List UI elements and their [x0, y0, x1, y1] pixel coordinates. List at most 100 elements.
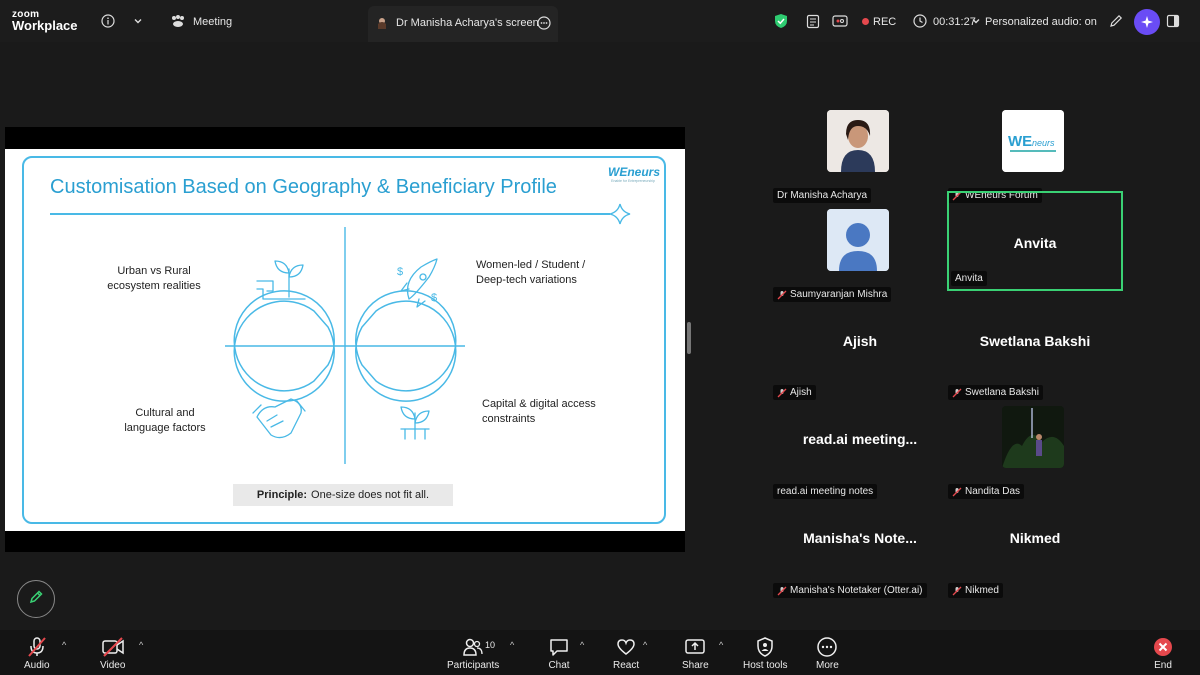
react-button[interactable]: React	[613, 636, 639, 671]
ai-companion-icon[interactable]	[1134, 9, 1160, 35]
quad-label-top-left: Urban vs Rural ecosystem realities	[100, 264, 208, 294]
react-options-caret[interactable]: ^	[643, 640, 647, 650]
mic-muted-icon	[952, 388, 962, 398]
video-label: Video	[100, 660, 126, 671]
meeting-tab-label[interactable]: Meeting	[193, 16, 232, 28]
participant-label: Anvita	[951, 271, 987, 286]
participant-tile[interactable]: Saumyaranjan Mishra	[773, 207, 947, 304]
bubble-top-right	[355, 300, 457, 402]
participant-photo	[1002, 406, 1064, 468]
clock-icon	[910, 11, 930, 31]
split-resize-handle[interactable]	[687, 322, 691, 354]
video-off-icon	[101, 636, 125, 658]
svg-text:WE: WE	[1008, 133, 1032, 150]
share-screen-icon	[372, 13, 392, 33]
participant-tile-active-speaker[interactable]: Anvita Anvita	[947, 191, 1123, 291]
audio-button[interactable]: Audio	[24, 636, 50, 671]
participant-label: Dr Manisha Acharya	[773, 188, 872, 203]
annotate-button[interactable]	[17, 580, 55, 618]
participant-label: Nikmed	[948, 583, 1003, 598]
captions-icon[interactable]	[830, 11, 850, 31]
quad-label-top-right: Women-led / Student / Deep-tech variatio…	[476, 258, 616, 288]
sprout-icon	[400, 406, 430, 440]
share-icon	[684, 636, 706, 658]
end-button[interactable]: End	[1152, 636, 1174, 671]
more-dots-icon[interactable]	[534, 13, 554, 33]
participant-tile[interactable]: Ajish Ajish	[773, 305, 947, 402]
principle-text: One-size does not fit all.	[311, 489, 430, 501]
participant-tile[interactable]: Nandita Das	[948, 404, 1122, 501]
participant-tile[interactable]: Manisha's Note... Manisha's Notetaker (O…	[773, 503, 947, 600]
participant-name: Swetlana Bakshi	[965, 387, 1039, 398]
participant-photo	[827, 110, 889, 172]
zoom-logo: zoom Workplace	[12, 9, 78, 33]
audio-mode[interactable]: Personalized audio: on	[985, 16, 1097, 28]
participant-tile-name: Manisha's Note...	[803, 530, 917, 546]
end-label: End	[1154, 660, 1172, 671]
participant-name: read.ai meeting notes	[777, 486, 874, 497]
react-label: React	[613, 660, 640, 671]
participant-label: Ajish	[773, 385, 816, 400]
mic-muted-icon	[952, 487, 962, 497]
bubble-bottom-left	[233, 290, 335, 392]
share-button[interactable]: Share	[682, 636, 709, 671]
shared-screen[interactable]: Customisation Based on Geography & Benef…	[5, 127, 685, 552]
participant-label: Nandita Das	[948, 484, 1025, 499]
participant-label: read.ai meeting notes	[773, 484, 878, 499]
participants-count: 10	[485, 640, 496, 650]
video-button[interactable]: Video	[100, 636, 125, 671]
participant-tile[interactable]: read.ai meeting... read.ai meeting notes	[773, 404, 947, 501]
share-label: Share	[682, 660, 709, 671]
participant-name: Ajish	[790, 387, 812, 398]
svg-text:$: $	[431, 292, 437, 304]
layout-icon[interactable]	[1163, 11, 1183, 31]
share-tab-label: Dr Manisha Acharya's screen	[396, 17, 539, 29]
quad-tl-line2: ecosystem realities	[107, 280, 201, 292]
host-tools-button[interactable]: Host tools	[743, 636, 787, 671]
chevron-down-icon[interactable]	[966, 11, 986, 31]
svg-text:neurs: neurs	[1032, 138, 1055, 148]
presentation-slide: Customisation Based on Geography & Benef…	[5, 149, 685, 531]
top-bar: zoom Workplace Meeting Dr Manisha Achary…	[0, 0, 1200, 42]
participants-options-caret[interactable]: ^	[510, 640, 514, 650]
more-button[interactable]: More	[816, 636, 839, 671]
participant-name: Manisha's Notetaker (Otter.ai)	[790, 585, 923, 596]
participant-name: Nikmed	[965, 585, 999, 596]
participant-tile[interactable]: Swetlana Bakshi Swetlana Bakshi	[948, 305, 1122, 402]
chevron-down-icon[interactable]	[128, 11, 148, 31]
rocket-icon: $ $	[397, 258, 438, 308]
bubble-top-left	[233, 300, 335, 402]
shield-icon[interactable]	[771, 11, 791, 31]
participant-tile[interactable]: Dr Manisha Acharya	[773, 108, 947, 205]
audio-options-caret[interactable]: ^	[62, 640, 66, 650]
share-options-caret[interactable]: ^	[719, 640, 723, 650]
quad-tr-line1: Women-led / Student /	[476, 259, 586, 271]
mic-muted-icon	[26, 636, 48, 658]
participant-tile-name: Ajish	[842, 333, 878, 349]
more-label: More	[816, 660, 839, 671]
notes-icon[interactable]	[803, 11, 823, 31]
meeting-icon[interactable]	[168, 11, 188, 31]
bubble-bottom-right	[355, 290, 457, 392]
principle-label: Principle:	[256, 489, 308, 501]
brand-large: Workplace	[12, 18, 78, 33]
audio-label: Audio	[24, 660, 50, 671]
quad-tl-line1: Urban vs Rural	[117, 265, 191, 277]
quad-bl-line1: Cultural and	[135, 407, 195, 419]
participant-tile-name: read.ai meeting...	[802, 431, 918, 447]
meeting-toolbar: Audio ^ Video ^ Participants 10 ^ Chat ^…	[0, 630, 1200, 675]
chat-icon	[548, 636, 570, 658]
quad-br-line1: Capital & digital access	[482, 398, 596, 410]
chat-options-caret[interactable]: ^	[580, 640, 584, 650]
info-icon[interactable]	[98, 11, 118, 31]
default-avatar-icon	[827, 209, 889, 271]
participant-name: Dr Manisha Acharya	[777, 190, 868, 201]
participant-tile[interactable]: Nikmed Nikmed	[948, 503, 1122, 600]
share-tab[interactable]: Dr Manisha Acharya's screen	[368, 6, 558, 42]
host-tools-label: Host tools	[743, 660, 788, 671]
pencil-icon[interactable]	[1106, 11, 1126, 31]
chat-button[interactable]: Chat	[548, 636, 570, 671]
participant-tile-name: Anvita	[1013, 235, 1057, 251]
sparkle-icon	[609, 203, 631, 225]
video-options-caret[interactable]: ^	[139, 640, 143, 650]
